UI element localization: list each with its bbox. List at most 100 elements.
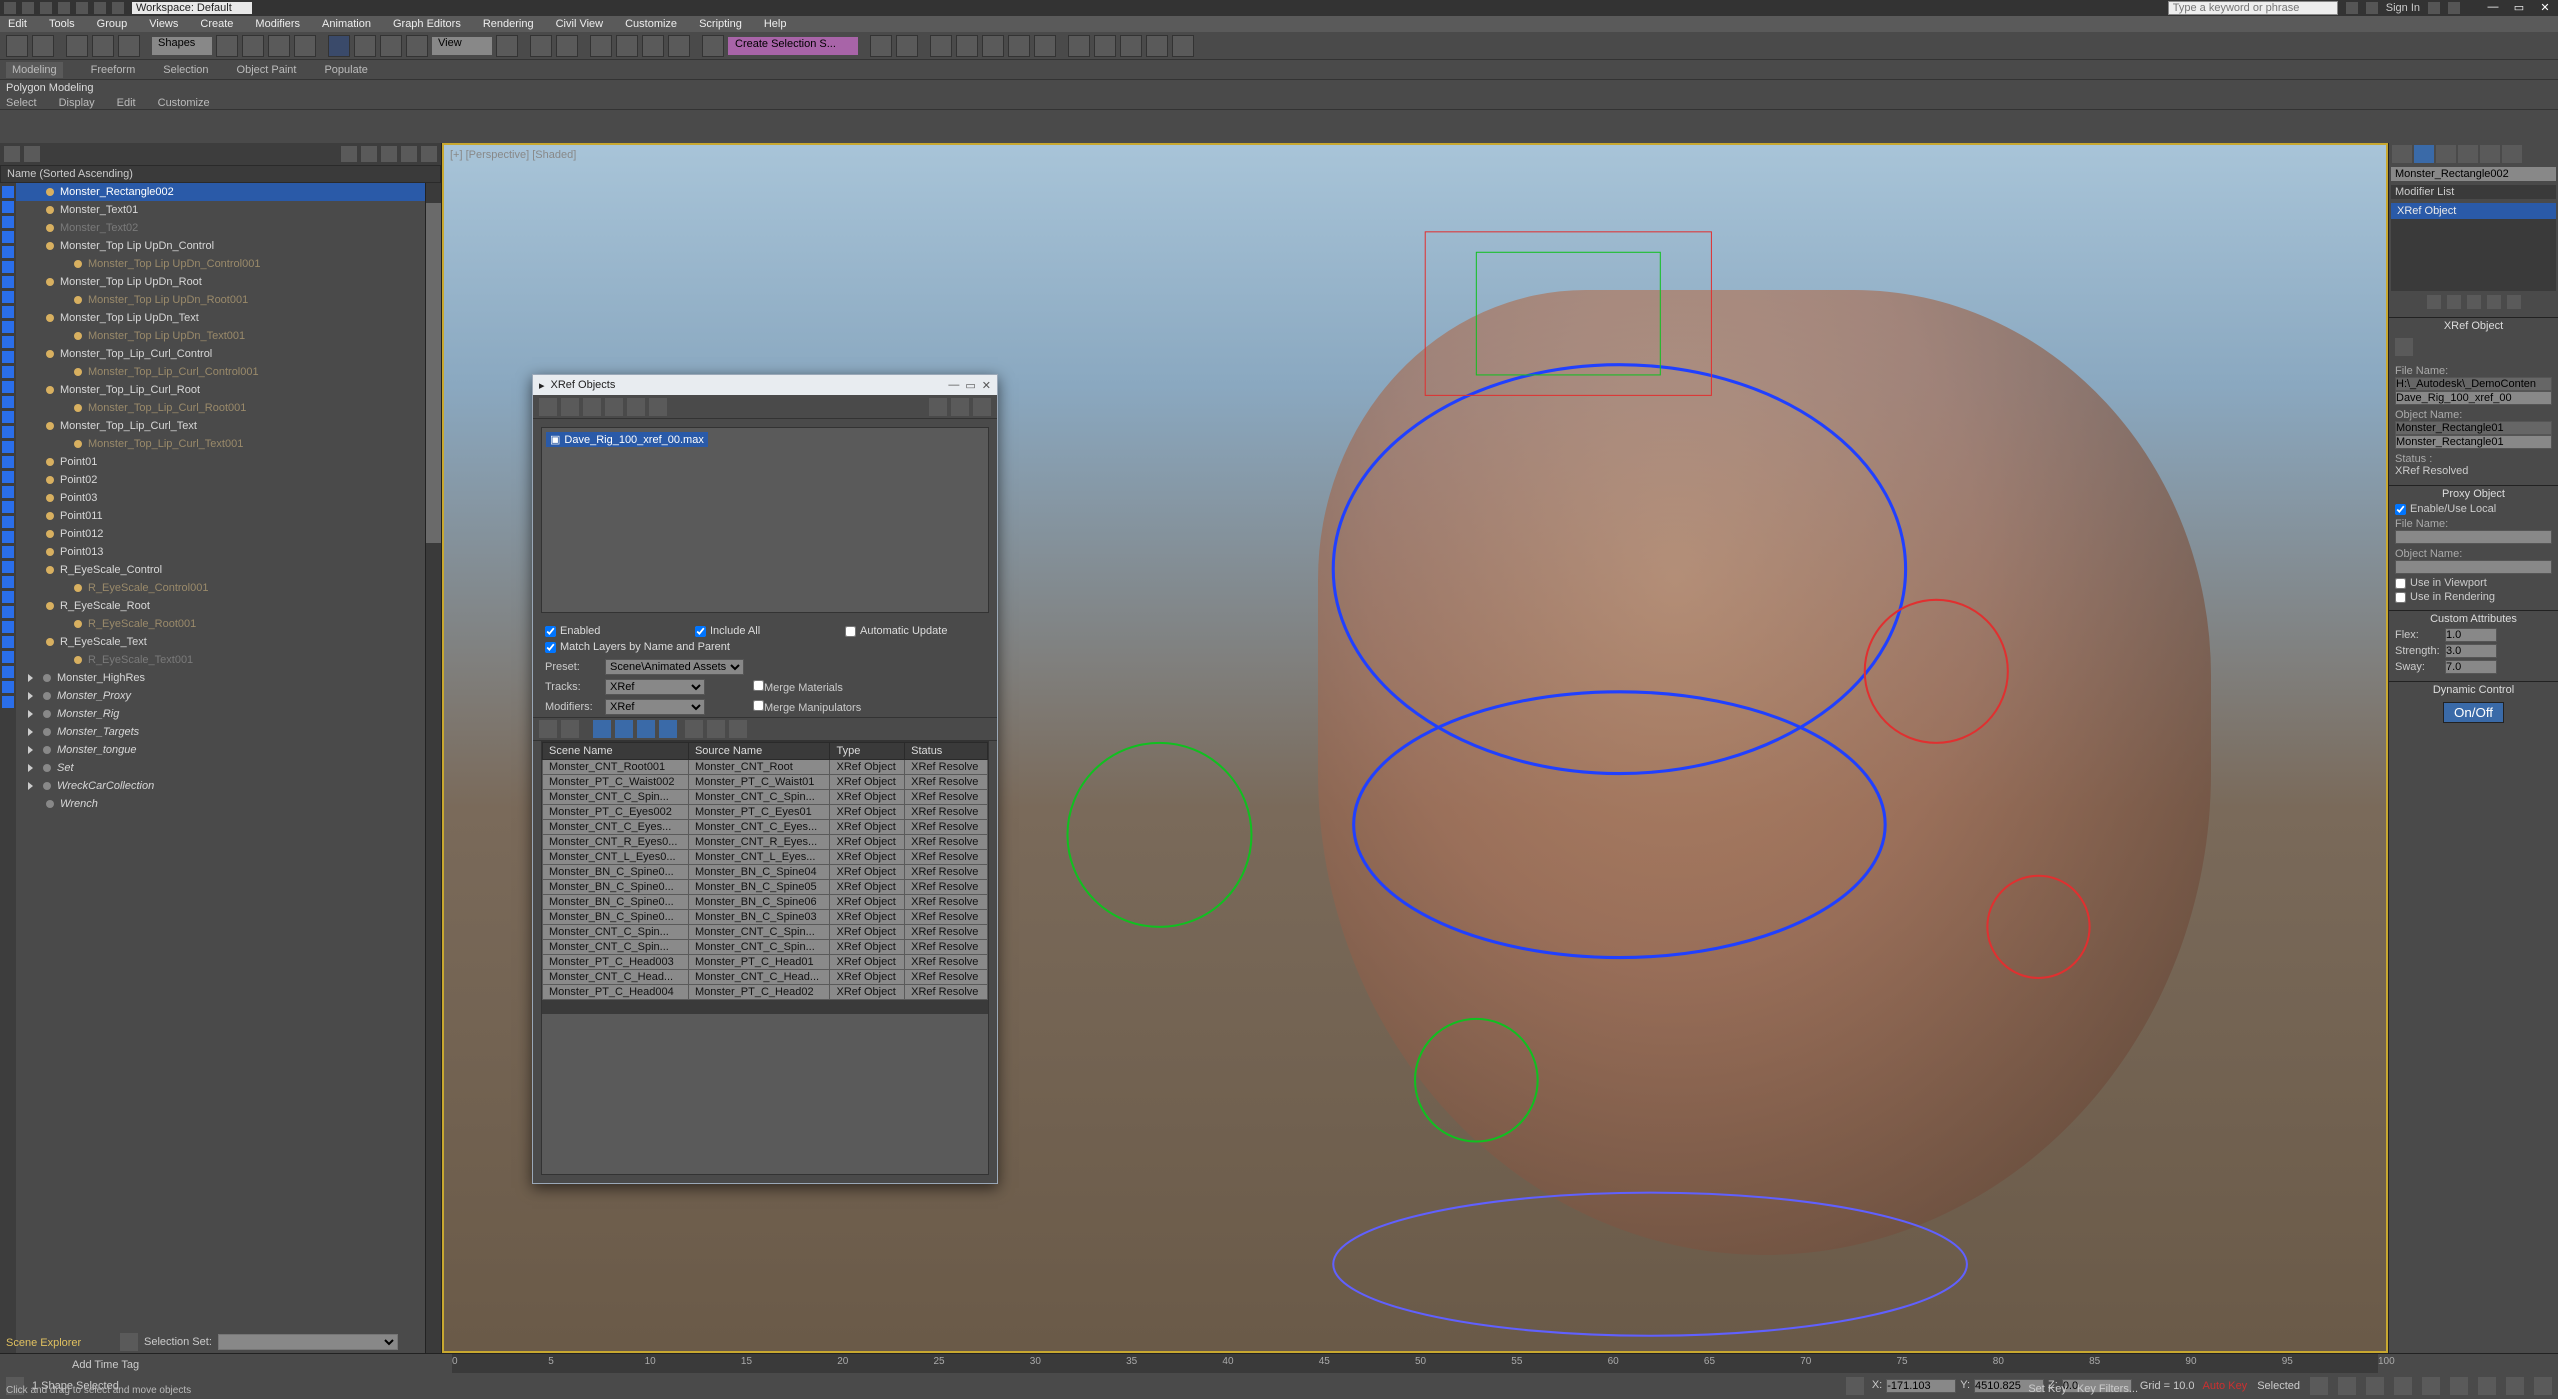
search-se-icon[interactable] xyxy=(341,146,357,162)
xref-min-button[interactable]: — xyxy=(948,379,959,392)
ribbon-tab-object paint[interactable]: Object Paint xyxy=(237,64,297,76)
xref-row[interactable]: Monster_CNT_R_Eyes0...Monster_CNT_R_Eyes… xyxy=(543,835,988,850)
create-tab[interactable] xyxy=(2392,145,2412,163)
remove-se-icon[interactable] xyxy=(401,146,417,162)
render-setup-button[interactable] xyxy=(1068,35,1090,57)
tracks-dropdown[interactable]: XRef xyxy=(605,679,705,695)
manipulate-button[interactable] xyxy=(530,35,552,57)
proxy-file-field[interactable] xyxy=(2395,530,2552,544)
select-object-button[interactable] xyxy=(216,35,238,57)
star-icon[interactable] xyxy=(2366,2,2378,14)
link-icon[interactable] xyxy=(112,2,124,14)
scene-item[interactable]: Monster_Top_Lip_Curl_Root xyxy=(16,381,425,399)
show-end-icon[interactable] xyxy=(2447,295,2461,309)
scene-item[interactable]: Point02 xyxy=(16,471,425,489)
filter1-icon[interactable] xyxy=(593,720,611,738)
play-icon[interactable] xyxy=(2366,1377,2384,1395)
xref-file-list[interactable]: ▣Dave_Rig_100_xref_00.max xyxy=(541,427,989,613)
proxy-obj-field[interactable] xyxy=(2395,560,2552,574)
layer-explorer-button[interactable] xyxy=(930,35,952,57)
pin-stack-icon[interactable] xyxy=(2427,295,2441,309)
xref-objects-table[interactable]: Scene NameSource NameTypeStatus Monster_… xyxy=(542,742,988,1000)
toggle-ribbon-button[interactable] xyxy=(956,35,978,57)
scene-item[interactable]: Monster_Top Lip UpDn_Control xyxy=(16,237,425,255)
scene-item[interactable]: Point011 xyxy=(16,507,425,525)
nav-orbit-icon[interactable] xyxy=(2506,1377,2524,1395)
onoff-button[interactable]: On/Off xyxy=(2443,702,2504,723)
menu-civil-view[interactable]: Civil View xyxy=(556,18,603,30)
xref-row[interactable]: Monster_PT_C_Head003Monster_PT_C_Head01X… xyxy=(543,955,988,970)
nav-max-icon[interactable] xyxy=(2534,1377,2552,1395)
search-input[interactable] xyxy=(2168,1,2338,15)
scene-item[interactable]: Monster_tongue xyxy=(16,741,425,759)
unlink-button[interactable] xyxy=(92,35,114,57)
scene-item[interactable]: Monster_Text02 xyxy=(16,219,425,237)
x-coord-field[interactable] xyxy=(1886,1379,1956,1393)
xref-row[interactable]: Monster_CNT_C_Eyes...Monster_CNT_C_Eyes.… xyxy=(543,820,988,835)
next-frame-icon[interactable] xyxy=(2394,1377,2412,1395)
xref-col-header[interactable]: Scene Name xyxy=(543,743,689,760)
scene-item[interactable]: Monster_Rig xyxy=(16,705,425,723)
selectnone-icon[interactable] xyxy=(951,398,969,416)
spinner-snap-button[interactable] xyxy=(668,35,690,57)
listobj-icon[interactable] xyxy=(561,720,579,738)
utilities-tab[interactable] xyxy=(2502,145,2522,163)
save-xref-icon[interactable] xyxy=(649,398,667,416)
preset-dropdown[interactable]: Scene\Animated Assets xyxy=(605,659,744,675)
convert-xref-icon[interactable] xyxy=(605,398,623,416)
scene-item[interactable]: R_EyeScale_Control xyxy=(16,561,425,579)
scene-item[interactable]: Monster_Rectangle002 xyxy=(16,183,425,201)
nav-zoom-icon[interactable] xyxy=(2478,1377,2496,1395)
hierarchy-tab[interactable] xyxy=(2436,145,2456,163)
merge-manip-checkbox[interactable] xyxy=(753,700,764,711)
configure-sets-icon[interactable] xyxy=(2507,295,2521,309)
remove-xref-icon[interactable] xyxy=(561,398,579,416)
scene-item[interactable]: Monster_Top_Lip_Curl_Root001 xyxy=(16,399,425,417)
modifier-stack-item[interactable]: XRef Object xyxy=(2391,203,2556,219)
scene-item[interactable]: Monster_Top_Lip_Curl_Control001 xyxy=(16,363,425,381)
refcoord-dropdown[interactable]: View xyxy=(432,37,492,55)
flex-spinner[interactable] xyxy=(2445,628,2497,642)
filter2-icon[interactable] xyxy=(615,720,633,738)
lock-se-icon[interactable] xyxy=(24,146,40,162)
percent-snap-button[interactable] xyxy=(642,35,664,57)
combine-xref-icon[interactable] xyxy=(583,398,601,416)
modifier-stack[interactable]: XRef Object xyxy=(2391,203,2556,291)
sway-spinner[interactable] xyxy=(2445,660,2497,674)
menu-edit[interactable]: Edit xyxy=(8,18,27,30)
modify-tab[interactable] xyxy=(2414,145,2434,163)
viewport-label[interactable]: [+] [Perspective] [Shaded] xyxy=(450,149,576,161)
xref-row[interactable]: Monster_BN_C_Spine0...Monster_BN_C_Spine… xyxy=(543,910,988,925)
align-button[interactable] xyxy=(896,35,918,57)
ribbon-tab-modeling[interactable]: Modeling xyxy=(6,62,63,78)
menu-views[interactable]: Views xyxy=(149,18,178,30)
filter3-icon[interactable] xyxy=(637,720,655,738)
scene-item[interactable]: Monster_Top_Lip_Curl_Text xyxy=(16,417,425,435)
merge-xref-icon[interactable] xyxy=(627,398,645,416)
selinv2-icon[interactable] xyxy=(729,720,747,738)
app-icon[interactable] xyxy=(4,2,16,14)
xref-row[interactable]: Monster_CNT_L_Eyes0...Monster_CNT_L_Eyes… xyxy=(543,850,988,865)
angle-snap-button[interactable] xyxy=(616,35,638,57)
undo-button[interactable] xyxy=(6,35,28,57)
rollout-dynamic-control[interactable]: Dynamic Control xyxy=(2389,682,2558,698)
selall2-icon[interactable] xyxy=(685,720,703,738)
scene-item[interactable]: Wrench xyxy=(16,795,425,813)
scene-item[interactable]: R_EyeScale_Root001 xyxy=(16,615,425,633)
selected-mode[interactable]: Selected xyxy=(2257,1380,2300,1392)
xref-row[interactable]: Monster_BN_C_Spine0...Monster_BN_C_Spine… xyxy=(543,880,988,895)
xref-row[interactable]: Monster_BN_C_Spine0...Monster_BN_C_Spine… xyxy=(543,865,988,880)
matchlayers-checkbox[interactable] xyxy=(545,642,556,653)
se-menu-display[interactable]: Display xyxy=(59,97,95,109)
highlight-icon[interactable] xyxy=(2395,338,2413,356)
goto-start-icon[interactable] xyxy=(2310,1377,2328,1395)
selection-filter-dropdown[interactable]: Shapes xyxy=(152,37,212,55)
select-rect-button[interactable] xyxy=(268,35,290,57)
maximize-button[interactable]: ▭ xyxy=(2510,1,2528,15)
render-prod-button[interactable] xyxy=(1120,35,1142,57)
help-icon[interactable] xyxy=(2448,2,2460,14)
timeline-ruler[interactable]: 0510152025303540455055606570758085909510… xyxy=(452,1354,2378,1374)
add-se-icon[interactable] xyxy=(381,146,397,162)
editnamed-button[interactable] xyxy=(702,35,724,57)
named-selection-dropdown[interactable]: Create Selection S... xyxy=(728,37,858,55)
